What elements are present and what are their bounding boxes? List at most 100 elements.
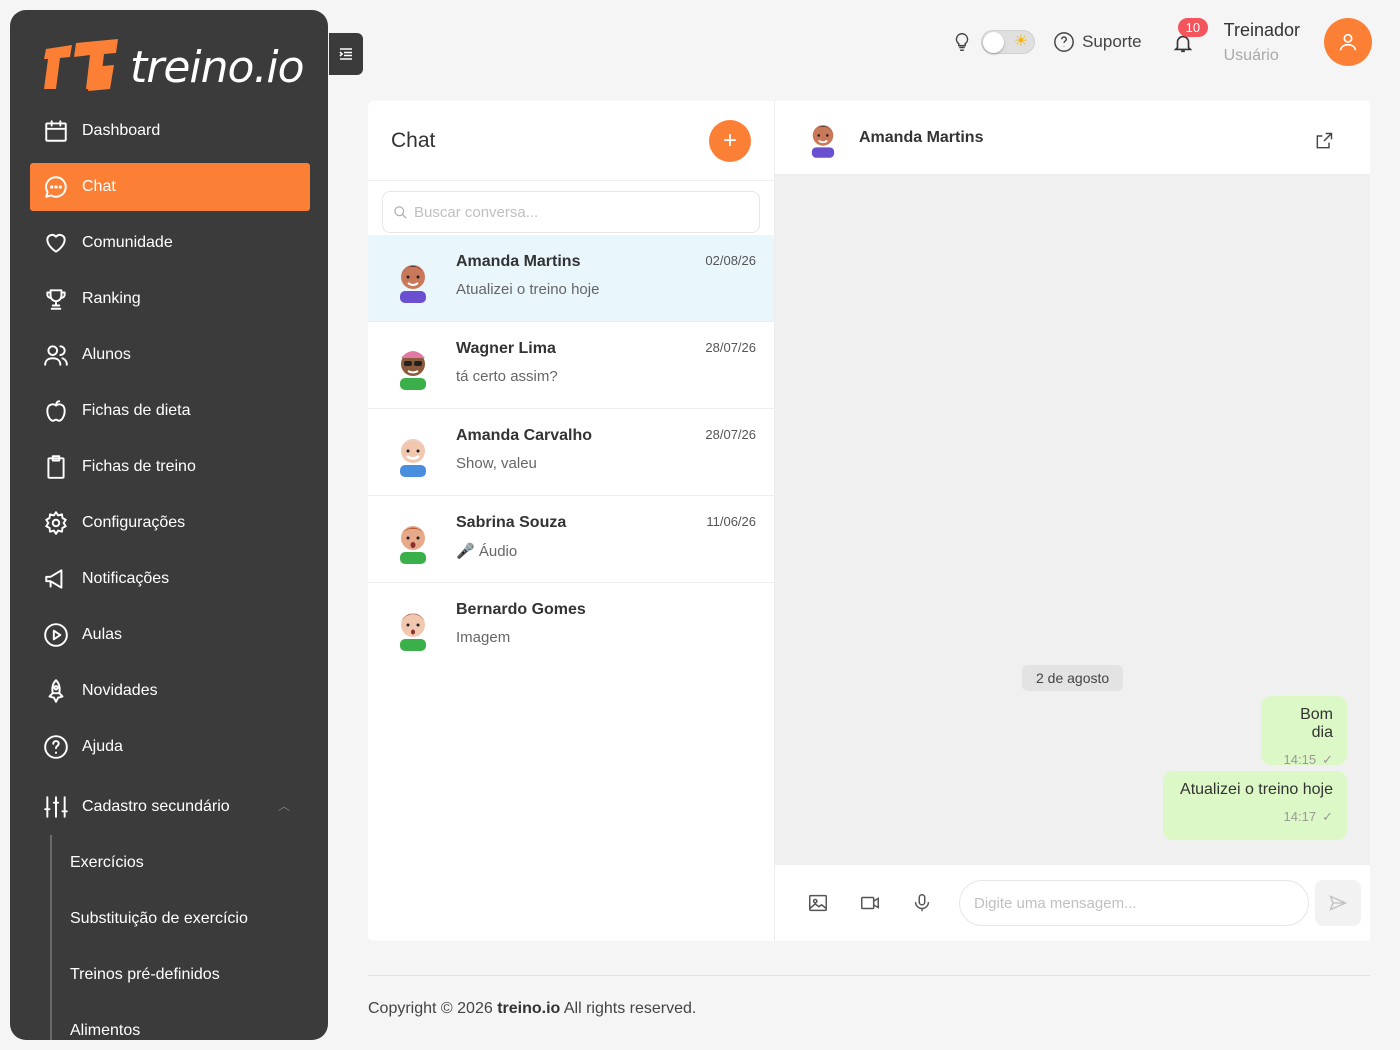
sidebar-item-label: Ranking <box>82 290 141 307</box>
notification-badge: 10 <box>1177 18 1209 37</box>
sidebar-item-ranking[interactable]: Ranking <box>30 275 310 323</box>
help-circle-icon <box>1054 32 1074 52</box>
conversation-preview: tá certo assim? <box>456 368 558 385</box>
gear-icon <box>42 509 70 537</box>
footer-suffix: All rights reserved. <box>560 1000 697 1017</box>
user-info[interactable]: Treinador Usuário <box>1224 20 1300 65</box>
external-link-icon <box>1316 132 1333 149</box>
chat-title: Chat <box>391 128 436 152</box>
search-input[interactable] <box>414 203 734 221</box>
sidebar-item-configuracoes[interactable]: Configurações <box>30 499 310 547</box>
message-header: Amanda Martins <box>775 101 1370 175</box>
submenu-item-substituicao[interactable]: Substituição de exercício <box>52 891 310 947</box>
chevron-up-icon: ︿ <box>277 799 290 813</box>
sidebar-item-aulas[interactable]: Aulas <box>30 611 310 659</box>
user-avatar[interactable] <box>1324 18 1372 66</box>
message-meta: 14:17 ✓ <box>1177 809 1333 825</box>
conversation-item[interactable]: Wagner Lima tá certo assim? 28/07/26 <box>368 322 774 409</box>
message-meta: 14:15 ✓ <box>1275 752 1333 768</box>
user-role: Usuário <box>1223 46 1279 64</box>
support-link[interactable]: Suporte <box>1053 31 1142 53</box>
conversation-date: 11/06/26 <box>706 514 756 529</box>
message-input[interactable] <box>959 880 1309 926</box>
open-external-button[interactable] <box>1314 131 1334 156</box>
lightbulb-icon <box>951 31 973 53</box>
sidebar-item-label: Notificações <box>82 570 170 587</box>
sidebar-item-comunidade[interactable]: Comunidade <box>30 219 310 267</box>
support-label: Suporte <box>1082 32 1142 51</box>
user-name: Treinador <box>1223 19 1300 40</box>
footer-brand[interactable]: treino.io <box>497 1000 560 1017</box>
calendar-icon <box>42 117 70 145</box>
play-icon <box>42 621 70 649</box>
sidebar-item-dashboard[interactable]: Dashboard <box>30 107 310 155</box>
image-attach-button[interactable] <box>807 892 829 914</box>
conversation-item[interactable]: Amanda Martins Atualizei o treino hoje 0… <box>368 235 774 322</box>
conversation-date: 28/07/26 <box>705 340 756 355</box>
sidebar-section-cadastro-secundario[interactable]: Cadastro secundário ︿ <box>30 779 310 835</box>
video-icon <box>861 896 879 910</box>
apple-icon <box>42 397 70 425</box>
conversation-preview: Imagem <box>456 629 511 646</box>
message-panel: Amanda Martins 2 de agosto Bom dia 14:15… <box>775 101 1370 941</box>
audio-record-button[interactable] <box>911 892 933 914</box>
submenu: Exercícios Substituição de exercício Tre… <box>50 835 310 1040</box>
search-box <box>382 191 760 233</box>
logo[interactable]: treino.io <box>42 32 305 102</box>
submenu-item-treinos-predefinidos[interactable]: Treinos pré-definidos <box>52 947 310 1003</box>
footer-divider <box>368 975 1370 976</box>
sidebar-item-label: Fichas de treino <box>82 458 196 475</box>
toggle-knob <box>983 32 1005 53</box>
chat-icon <box>42 173 70 201</box>
contact-name: Amanda Martins <box>859 128 984 146</box>
check-icon: ✓ <box>1322 809 1333 824</box>
theme-toggle[interactable]: ☀ <box>981 30 1036 54</box>
sidebar-collapse-button[interactable] <box>329 33 363 75</box>
sidebar-item-ajuda[interactable]: Ajuda <box>30 723 310 771</box>
footer-prefix: Copyright © 2026 <box>368 1000 498 1017</box>
topbar: ☀ Suporte 10 Treinador Usuário <box>951 14 1372 70</box>
conversation-item[interactable]: Amanda Carvalho Show, valeu 28/07/26 <box>368 409 774 496</box>
sidebar-item-chat[interactable]: Chat <box>30 163 310 211</box>
send-button[interactable] <box>1315 880 1361 926</box>
image-icon <box>809 894 827 912</box>
sidebar-item-notificacoes[interactable]: Notificações <box>30 555 310 603</box>
conversation-name: Amanda Carvalho <box>456 427 593 444</box>
sidebar-item-novidades[interactable]: Novidades <box>30 667 310 715</box>
logo-text: treino.io <box>130 41 305 93</box>
heart-icon <box>42 229 70 257</box>
help-icon <box>42 733 70 761</box>
sidebar-item-alunos[interactable]: Alunos <box>30 331 310 379</box>
sidebar-item-label: Ajuda <box>82 738 123 755</box>
message-bubble: Bom dia 14:15 ✓ <box>1261 696 1347 768</box>
sidebar-section-label: Cadastro secundário <box>82 798 230 815</box>
conversation-item[interactable]: Bernardo Gomes Imagem <box>368 583 774 670</box>
new-chat-button[interactable]: + <box>709 119 751 162</box>
message-time: 14:17 <box>1283 809 1317 824</box>
conversation-header: Chat + <box>368 101 774 181</box>
conversation-preview: Show, valeu <box>456 455 537 472</box>
sidebar-item-label: Comunidade <box>82 234 173 251</box>
clipboard-icon <box>42 453 70 481</box>
video-attach-button[interactable] <box>859 892 881 914</box>
avatar <box>400 439 426 477</box>
message-bubble: Atualizei o treino hoje 14:17 ✓ <box>1163 771 1347 840</box>
message-text: Bom dia <box>1300 706 1333 741</box>
contact-avatar <box>811 124 835 158</box>
sidebar-item-label: Fichas de dieta <box>82 402 191 419</box>
avatar <box>400 526 426 564</box>
notifications-button[interactable]: 10 <box>1172 18 1209 60</box>
conversation-item[interactable]: Sabrina Souza 🎤 Áudio 11/06/26 <box>368 496 774 583</box>
sliders-icon <box>42 793 70 821</box>
submenu-item-alimentos[interactable]: Alimentos <box>52 1003 310 1040</box>
sidebar: treino.io Dashboard Chat Comunidade Rank… <box>10 10 328 1040</box>
conversation-preview: 🎤 Áudio <box>456 543 518 560</box>
sidebar-item-fichas-treino[interactable]: Fichas de treino <box>30 443 310 491</box>
sun-icon: ☀ <box>1013 33 1029 50</box>
conversation-panel: Chat + Amanda Martins Atualizei o treino… <box>368 101 775 941</box>
chat-card: Chat + Amanda Martins Atualizei o treino… <box>368 101 1370 941</box>
submenu-item-exercicios[interactable]: Exercícios <box>52 835 310 891</box>
check-icon: ✓ <box>1322 752 1333 767</box>
conversation-list: Amanda Martins Atualizei o treino hoje 0… <box>368 235 774 670</box>
sidebar-item-fichas-dieta[interactable]: Fichas de dieta <box>30 387 310 435</box>
